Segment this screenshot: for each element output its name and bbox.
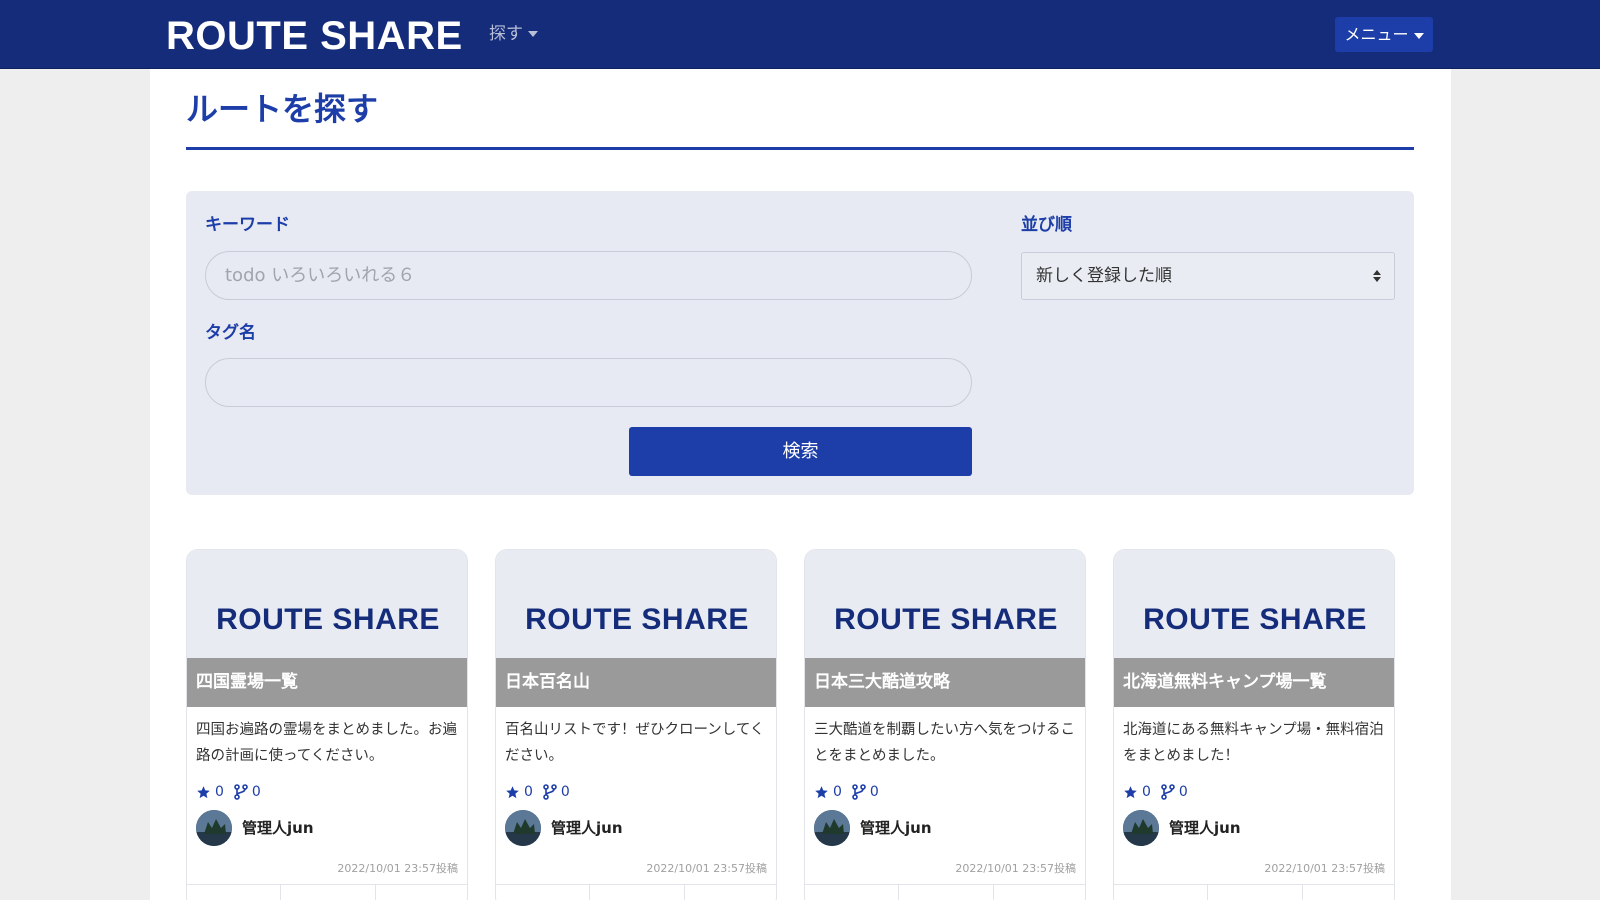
card-thumbnail: ROUTE SHARE: [1114, 550, 1394, 658]
route-card[interactable]: ROUTE SHARE 日本三大酷道攻略 三大酷道を制覇したい方へ気をつけること…: [804, 549, 1086, 900]
card-description: 三大酷道を制覇したい方へ気をつけることをまとめました。: [814, 722, 1075, 764]
navbar: ROUTE SHARE 探す メニュー: [0, 0, 1600, 69]
route-card[interactable]: ROUTE SHARE 北海道無料キャンプ場一覧 北海道にある無料キャンプ場・無…: [1113, 549, 1395, 900]
card-stats: 0 0: [1123, 782, 1188, 802]
fork-count: 0: [869, 784, 879, 800]
author-name[interactable]: 管理人jun: [242, 818, 314, 838]
star-icon[interactable]: [505, 785, 520, 800]
fork-count: 0: [1178, 784, 1188, 800]
post-date: 2022/10/01 23:57投稿: [646, 862, 767, 875]
star-icon[interactable]: [1123, 785, 1138, 800]
avatar[interactable]: [196, 810, 232, 846]
card-footer: [187, 884, 467, 900]
card-logo: ROUTE SHARE: [834, 603, 1058, 636]
card-footer: [805, 884, 1085, 900]
star-count: 0: [1142, 784, 1151, 800]
tag-label: タグ名: [205, 323, 256, 343]
route-card[interactable]: ROUTE SHARE 四国霊場一覧 四国お遍路の霊場をまとめました。お遍路の計…: [186, 549, 468, 900]
sort-select-value: 新しく登録した順: [1036, 266, 1172, 286]
card-logo: ROUTE SHARE: [525, 603, 749, 636]
card-stats: 0 0: [196, 782, 261, 802]
sort-arrows-icon: [1373, 270, 1381, 282]
card-title[interactable]: 日本三大酷道攻略: [814, 670, 950, 694]
fork-count: 0: [560, 784, 570, 800]
card-title-bar: 四国霊場一覧: [187, 658, 467, 707]
card-footer: [1114, 884, 1394, 900]
fork-icon[interactable]: [852, 784, 866, 800]
author-name[interactable]: 管理人jun: [860, 818, 932, 838]
menu-dropdown-button[interactable]: メニュー: [1335, 17, 1433, 52]
card-description: 四国お遍路の霊場をまとめました。お遍路の計画に使ってください。: [196, 722, 457, 764]
brand-logo[interactable]: ROUTE SHARE: [166, 12, 463, 60]
main-content: ルートを探す キーワード タグ名 並び順 新しく登録した順 検索 ROUTE S…: [150, 69, 1451, 900]
card-description: 北海道にある無料キャンプ場・無料宿泊をまとめました！: [1123, 722, 1384, 764]
search-panel: キーワード タグ名 並び順 新しく登録した順 検索: [186, 191, 1414, 495]
fork-icon[interactable]: [1161, 784, 1175, 800]
fork-icon[interactable]: [234, 784, 248, 800]
star-count: 0: [524, 784, 533, 800]
card-description: 百名山リストです！ぜひクローンしてください。: [505, 722, 765, 764]
route-card[interactable]: ROUTE SHARE 日本百名山 百名山リストです！ぜひクローンしてください。…: [495, 549, 777, 900]
post-date: 2022/10/01 23:57投稿: [955, 862, 1076, 875]
fork-icon[interactable]: [543, 784, 557, 800]
menu-label: メニュー: [1344, 25, 1409, 44]
find-dropdown-label: 探す: [489, 24, 523, 44]
card-logo: ROUTE SHARE: [216, 603, 440, 636]
tag-input[interactable]: [205, 358, 972, 407]
keyword-label: キーワード: [205, 215, 290, 235]
card-stats: 0 0: [814, 782, 879, 802]
card-footer: [496, 884, 776, 900]
card-title-bar: 日本三大酷道攻略: [805, 658, 1085, 707]
card-thumbnail: ROUTE SHARE: [187, 550, 467, 658]
chevron-down-icon: [1413, 32, 1424, 39]
avatar[interactable]: [1123, 810, 1159, 846]
card-stats: 0 0: [505, 782, 570, 802]
keyword-input[interactable]: [205, 251, 972, 300]
card-title-bar: 北海道無料キャンプ場一覧: [1114, 658, 1394, 707]
post-date: 2022/10/01 23:57投稿: [337, 862, 458, 875]
card-thumbnail: ROUTE SHARE: [805, 550, 1085, 658]
card-logo: ROUTE SHARE: [1143, 603, 1367, 636]
find-dropdown[interactable]: 探す: [489, 22, 538, 46]
sort-select[interactable]: 新しく登録した順: [1021, 252, 1395, 300]
chevron-down-icon: [528, 31, 538, 37]
star-count: 0: [833, 784, 842, 800]
author-name[interactable]: 管理人jun: [551, 818, 623, 838]
card-title[interactable]: 日本百名山: [505, 670, 590, 694]
card-title[interactable]: 四国霊場一覧: [196, 670, 298, 694]
fork-count: 0: [251, 784, 261, 800]
card-title-bar: 日本百名山: [496, 658, 776, 707]
star-icon[interactable]: [814, 785, 829, 800]
post-date: 2022/10/01 23:57投稿: [1264, 862, 1385, 875]
avatar[interactable]: [814, 810, 850, 846]
card-thumbnail: ROUTE SHARE: [496, 550, 776, 658]
sort-label: 並び順: [1021, 215, 1072, 235]
title-divider: [186, 147, 1414, 150]
star-count: 0: [215, 784, 224, 800]
avatar[interactable]: [505, 810, 541, 846]
author-name[interactable]: 管理人jun: [1169, 818, 1241, 838]
search-button[interactable]: 検索: [629, 427, 972, 476]
page-title: ルートを探す: [186, 90, 379, 128]
card-title[interactable]: 北海道無料キャンプ場一覧: [1123, 670, 1327, 694]
star-icon[interactable]: [196, 785, 211, 800]
